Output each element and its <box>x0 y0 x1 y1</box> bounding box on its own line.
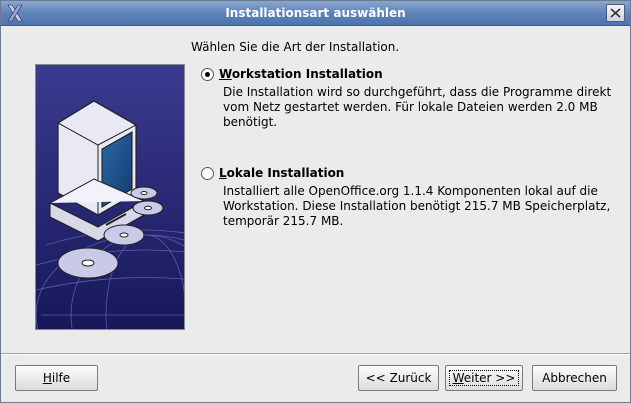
radio-workstation[interactable] <box>201 68 214 81</box>
installer-banner-image <box>35 64 185 330</box>
installer-dialog: Installationsart auswählen Wählen Sie di… <box>0 0 631 403</box>
close-button[interactable] <box>606 4 625 22</box>
option-description: Installiert alle OpenOffice.org 1.1.4 Ko… <box>223 184 611 228</box>
instruction-text: Wählen Sie die Art der Installation. <box>191 40 400 54</box>
help-button[interactable]: Hilfe <box>15 365 98 391</box>
radio-local[interactable] <box>201 167 214 180</box>
option-label[interactable]: Lokale Installation <box>219 166 344 180</box>
cancel-button[interactable]: Abbrechen <box>532 365 617 391</box>
window-title: Installationsart auswählen <box>225 6 406 20</box>
back-button[interactable]: << Zurück <box>358 365 439 391</box>
option-description: Die Installation wird so durchgeführt, d… <box>223 85 612 129</box>
next-button[interactable]: Weiter >> <box>445 365 523 391</box>
separator <box>1 353 630 355</box>
close-icon <box>610 8 621 18</box>
x-logo-icon[interactable] <box>6 4 24 22</box>
title-bar[interactable]: Installationsart auswählen <box>1 1 630 26</box>
option-label[interactable]: Workstation Installation <box>219 67 383 81</box>
